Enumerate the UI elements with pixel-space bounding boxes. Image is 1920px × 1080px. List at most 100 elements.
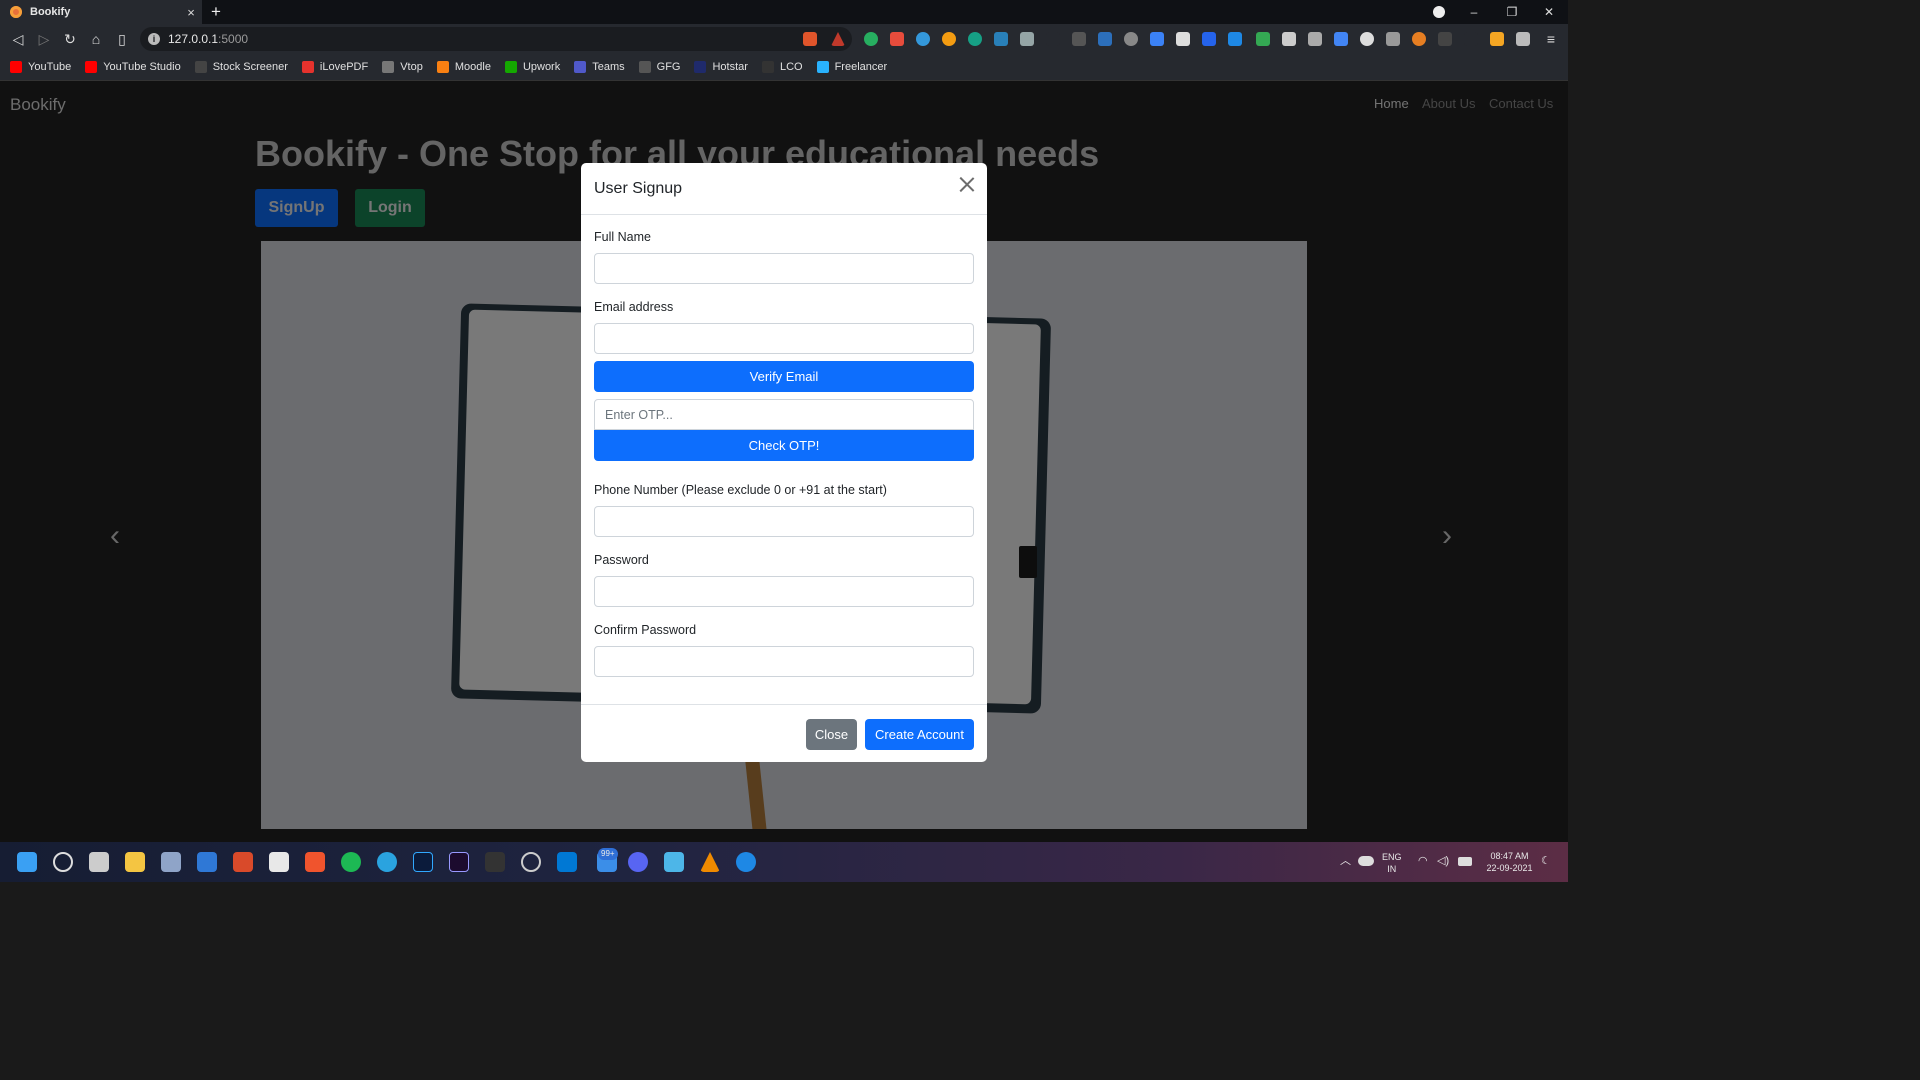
bookmark-item[interactable]: Moodle <box>436 61 491 73</box>
email-input[interactable] <box>594 323 974 354</box>
extension-icon[interactable] <box>994 32 1008 46</box>
extension-icon[interactable] <box>1412 32 1426 46</box>
bookmark-item[interactable]: iLovePDF <box>301 61 368 73</box>
app-icon[interactable] <box>269 852 289 872</box>
telegram-icon[interactable] <box>377 852 397 872</box>
url-port: :5000 <box>218 32 249 46</box>
bookmark-favicon-icon <box>436 61 449 73</box>
search-icon[interactable] <box>53 852 73 872</box>
home-icon[interactable]: ⌂ <box>86 29 106 49</box>
window-close-button[interactable]: ✕ <box>1530 0 1568 24</box>
start-icon[interactable] <box>17 852 37 872</box>
bookmark-label: Hotstar <box>712 61 748 73</box>
extension-add-icon[interactable] <box>864 32 878 46</box>
task-view-icon[interactable] <box>89 852 109 872</box>
tab-close-icon[interactable]: × <box>180 5 202 20</box>
app-icon[interactable] <box>233 852 253 872</box>
discord-icon[interactable] <box>628 852 648 872</box>
extension-icon[interactable] <box>916 32 930 46</box>
bookmark-item[interactable]: Stock Screener <box>194 61 288 73</box>
create-account-button[interactable]: Create Account <box>865 719 974 750</box>
new-tab-button[interactable]: + <box>206 2 226 22</box>
bookmark-item[interactable]: Teams <box>574 61 625 73</box>
app-icon[interactable] <box>664 852 684 872</box>
tab-bookify[interactable]: Bookify × <box>0 0 202 24</box>
extension-icon[interactable] <box>1386 32 1400 46</box>
reload-icon[interactable]: ↻ <box>60 29 80 49</box>
extension-icon[interactable] <box>1046 32 1060 46</box>
verify-email-button[interactable]: Verify Email <box>594 361 974 392</box>
brave-shield-icon[interactable] <box>803 32 817 46</box>
profile-icon[interactable] <box>1420 0 1458 24</box>
extension-icon[interactable] <box>1020 32 1034 46</box>
notification-badge: 99+ <box>598 848 618 860</box>
obs-icon[interactable] <box>521 852 541 872</box>
check-otp-button[interactable]: Check OTP! <box>594 430 974 461</box>
extension-icon[interactable] <box>1360 32 1374 46</box>
grammarly-icon[interactable] <box>968 32 982 46</box>
extension-icon[interactable] <box>1308 32 1322 46</box>
extension-icon[interactable] <box>1176 32 1190 46</box>
bookmark-item[interactable]: Hotstar <box>694 61 748 73</box>
bookmark-item[interactable]: Upwork <box>504 61 560 73</box>
site-info-icon[interactable]: i <box>148 33 160 45</box>
extension-icon[interactable] <box>890 32 904 46</box>
forward-icon[interactable]: ▷ <box>34 29 54 49</box>
bookmark-favicon-icon <box>194 61 207 73</box>
browser-tab-strip: Bookify × + – ❐ ✕ <box>0 0 1568 24</box>
full-name-input[interactable] <box>594 253 974 284</box>
menu-icon[interactable]: ≡ <box>1541 29 1561 49</box>
bookmark-item[interactable]: YouTube <box>10 61 71 73</box>
onedrive-icon[interactable] <box>1358 856 1374 866</box>
modal-header: User Signup <box>581 163 987 215</box>
premiere-icon[interactable] <box>449 852 469 872</box>
photoshop-icon[interactable] <box>413 852 433 872</box>
language-indicator[interactable]: ENG IN <box>1382 851 1402 875</box>
minimize-button[interactable]: – <box>1455 0 1493 24</box>
bookmark-item[interactable]: GFG <box>638 61 680 73</box>
extension-icon[interactable] <box>1228 32 1242 46</box>
file-explorer-icon[interactable] <box>125 852 145 872</box>
phone-input[interactable] <box>594 506 974 537</box>
calculator-icon[interactable] <box>161 852 181 872</box>
otp-input[interactable]: Enter OTP... <box>594 399 974 430</box>
notifications-icon[interactable]: ☾ <box>1541 855 1551 867</box>
extension-icon[interactable] <box>1072 32 1086 46</box>
vscode-icon[interactable] <box>557 852 577 872</box>
extension-icon[interactable] <box>1282 32 1296 46</box>
bookmark-item[interactable]: YouTube Studio <box>85 61 181 73</box>
extension-icon[interactable] <box>1202 32 1216 46</box>
extension-icon[interactable] <box>942 32 956 46</box>
app-icon[interactable] <box>736 852 756 872</box>
extension-icon[interactable] <box>1098 32 1112 46</box>
bookmark-item[interactable]: Vtop <box>382 61 423 73</box>
extension-icon[interactable] <box>1150 32 1164 46</box>
mail-icon[interactable] <box>197 852 217 872</box>
wifi-icon[interactable]: ◠ <box>1418 855 1428 867</box>
volume-icon[interactable]: ◁) <box>1437 855 1449 867</box>
password-input[interactable] <box>594 576 974 607</box>
spotify-icon[interactable] <box>341 852 361 872</box>
extension-icon[interactable] <box>1490 32 1504 46</box>
address-bar[interactable]: i 127.0.0.1:5000 <box>140 27 852 51</box>
close-button[interactable]: Close <box>806 719 857 750</box>
battery-icon[interactable] <box>1458 857 1472 866</box>
clock[interactable]: 08:47 AM 22-09-2021 <box>1482 850 1537 874</box>
brave-browser-icon[interactable] <box>305 852 325 872</box>
back-icon[interactable]: ◁ <box>8 29 28 49</box>
restore-button[interactable]: ❐ <box>1493 0 1531 24</box>
extension-icon[interactable] <box>1124 32 1138 46</box>
extensions-puzzle-icon[interactable] <box>1516 32 1530 46</box>
terminal-icon[interactable] <box>485 852 505 872</box>
extension-icon[interactable] <box>1438 32 1452 46</box>
extension-icon[interactable] <box>1464 32 1478 46</box>
chevron-up-icon[interactable]: ︿ <box>1340 855 1351 867</box>
extension-icon[interactable] <box>1334 32 1348 46</box>
bookmark-item[interactable]: Freelancer <box>816 61 887 73</box>
vlc-icon[interactable] <box>700 852 720 872</box>
confirm-password-input[interactable] <box>594 646 974 677</box>
bookmark-item[interactable]: LCO <box>761 61 803 73</box>
extension-icon[interactable] <box>1256 32 1270 46</box>
bookmark-icon[interactable]: ▯ <box>112 29 132 49</box>
modal-close-icon[interactable] <box>959 176 975 192</box>
